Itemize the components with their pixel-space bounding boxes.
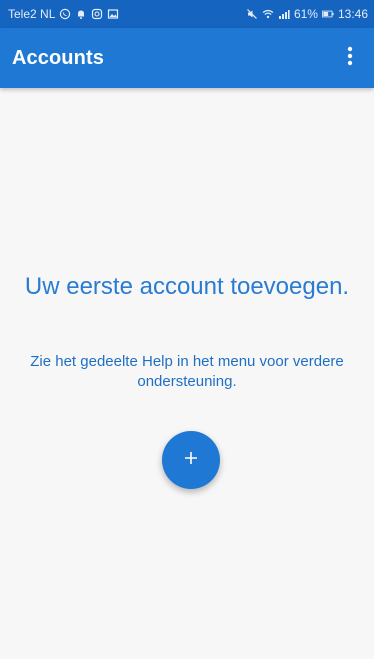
instagram-icon [91, 8, 103, 20]
status-time: 13:46 [337, 7, 368, 21]
signal-icon [278, 8, 290, 20]
app-bar: Accounts [0, 28, 374, 88]
page-title: Accounts [12, 46, 104, 69]
battery-icon [322, 8, 334, 20]
overflow-menu-button[interactable] [338, 38, 362, 78]
whatsapp-icon [59, 8, 71, 20]
notification-icon [75, 8, 87, 20]
empty-state-title: Uw eerste account toevoegen. [24, 273, 350, 300]
carrier-label: Tele2 NL [8, 7, 56, 21]
mute-icon [246, 8, 258, 20]
battery-percent: 61% [293, 7, 318, 21]
empty-state-subtitle: Zie het gedeelte Help in het menu voor v… [30, 353, 344, 390]
wifi-icon [262, 8, 274, 20]
more-vert-icon [347, 46, 353, 71]
gallery-icon [107, 8, 119, 20]
status-left: Tele2 NL [8, 7, 119, 21]
status-right: 61% 13:46 [246, 7, 368, 21]
status-bar: Tele2 NL 61% 13:46 [0, 0, 374, 28]
main-content: Uw eerste account toevoegen. Zie het ged… [0, 88, 374, 659]
add-account-button[interactable] [162, 431, 220, 489]
plus-icon [184, 451, 198, 470]
